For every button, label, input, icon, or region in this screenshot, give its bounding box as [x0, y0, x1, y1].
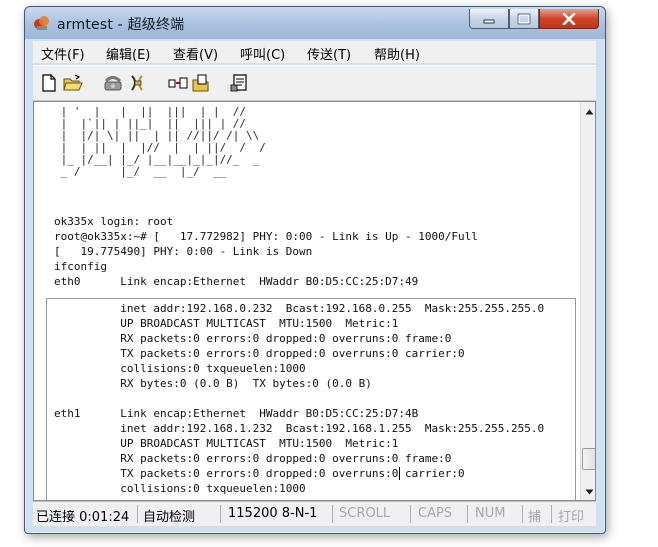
- hyperterminal-app-icon[interactable]: [33, 14, 51, 32]
- status-separator: [137, 505, 138, 523]
- status-separator: [410, 505, 411, 523]
- close-icon: [562, 12, 576, 25]
- menu-call[interactable]: 呼叫(C): [240, 44, 285, 63]
- menu-help[interactable]: 帮助(H): [374, 44, 420, 63]
- window-title: armtest - 超级终端: [57, 17, 185, 33]
- terminal-upper-output: ok335x login: root root@ok335x:~# [ 17.7…: [54, 215, 478, 288]
- inner-divider: [575, 298, 576, 500]
- menu-edit[interactable]: 编辑(E): [106, 44, 150, 63]
- status-bar: 已连接 0:01:24 自动检测 115200 8-N-1 SCROLL CAP…: [33, 501, 596, 526]
- maximize-icon: [517, 12, 531, 25]
- status-separator: [332, 505, 333, 523]
- status-separator: [467, 505, 468, 523]
- status-baud: 115200 8-N-1: [228, 506, 318, 521]
- disconnect-icon[interactable]: [128, 73, 148, 93]
- hyperterminal-window: armtest - 超级终端 文件(F) 编辑(E) 查看(V) 呼叫(C) 传…: [24, 6, 606, 534]
- text-cursor: [399, 467, 400, 480]
- toolbar: [33, 65, 596, 101]
- status-capture: 捕: [528, 510, 542, 525]
- new-document-icon[interactable]: [39, 73, 59, 93]
- scroll-up-button[interactable]: [581, 104, 595, 120]
- terminal-inner-output: inet addr:192.168.0.232 Bcast:192.168.0.…: [54, 302, 545, 495]
- minimize-button[interactable]: [469, 9, 509, 29]
- open-folder-icon[interactable]: [63, 73, 83, 93]
- scroll-thumb[interactable]: [582, 448, 595, 470]
- status-caps: CAPS: [418, 506, 453, 521]
- ascii-banner: | ' | | || ||| | | // | |`|| | ||_| || |…: [60, 105, 266, 178]
- terminal-selected-output[interactable]: inet addr:192.168.0.232 Bcast:192.168.0.…: [46, 298, 576, 500]
- status-print: 打印: [558, 510, 585, 525]
- menu-bar: 文件(F) 编辑(E) 查看(V) 呼叫(C) 传送(T) 帮助(H): [33, 41, 596, 63]
- status-scroll: SCROLL: [339, 506, 391, 521]
- close-button[interactable]: [539, 9, 599, 29]
- vertical-scrollbar[interactable]: [580, 102, 595, 500]
- receive-file-icon[interactable]: [191, 73, 211, 93]
- title-bar[interactable]: armtest - 超级终端: [25, 7, 605, 39]
- arrow-up-icon: [585, 109, 593, 115]
- scroll-down-button[interactable]: [581, 484, 595, 500]
- status-separator: [551, 505, 552, 523]
- status-detect: 自动检测: [143, 510, 196, 525]
- menu-transfer[interactable]: 传送(T): [307, 44, 351, 63]
- status-num: NUM: [475, 506, 506, 521]
- maximize-button[interactable]: [509, 9, 539, 29]
- minimize-icon: [483, 19, 495, 23]
- status-separator: [522, 505, 523, 523]
- properties-icon[interactable]: [230, 73, 250, 93]
- status-connected: 已连接 0:01:24: [36, 510, 130, 525]
- status-separator: [220, 505, 221, 523]
- menu-view[interactable]: 查看(V): [173, 44, 218, 63]
- terminal-area[interactable]: | ' | | || ||| | | // | |`|| | ||_| || |…: [33, 101, 596, 501]
- call-phone-icon[interactable]: [103, 73, 123, 93]
- send-receive-icon[interactable]: [168, 73, 188, 93]
- menu-file[interactable]: 文件(F): [41, 44, 85, 63]
- arrow-down-icon: [585, 489, 593, 495]
